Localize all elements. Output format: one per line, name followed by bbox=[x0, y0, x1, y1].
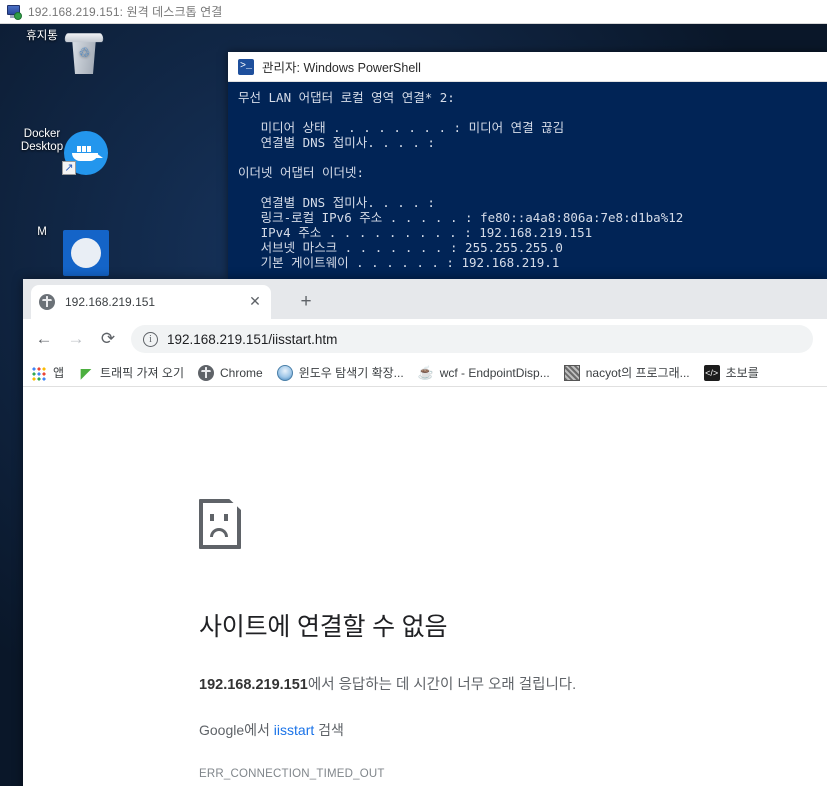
rdp-title-bar: 192.168.219.151: 원격 데스크톱 연결 bbox=[0, 0, 827, 24]
console-line: 연결별 DNS 접미사. . . . : bbox=[238, 135, 435, 150]
bookmark-chrome[interactable]: Chrome bbox=[198, 364, 263, 381]
photo-icon bbox=[563, 364, 580, 381]
info-icon[interactable]: i bbox=[143, 331, 158, 347]
browser-toolbar[interactable]: ← → ⟳ i 192.168.219.151/iisstart.htm bbox=[23, 319, 827, 359]
powershell-window[interactable]: >_ 관리자: Windows PowerShell 무선 LAN 어댑터 로컬… bbox=[228, 52, 827, 279]
rdp-title-text: 192.168.219.151: 원격 데스크톱 연결 bbox=[28, 5, 223, 19]
console-line: 이더넷 어댑터 이더넷: bbox=[238, 165, 365, 180]
bookmark-traffic[interactable]: ◤ 트래픽 가져 오기 bbox=[78, 364, 184, 381]
code-icon: </> bbox=[703, 364, 720, 381]
address-bar-url: 192.168.219.151/iisstart.htm bbox=[167, 331, 338, 347]
bookmark-label: 앱 bbox=[53, 366, 65, 380]
console-line: 연결별 DNS 접미사. . . . : bbox=[238, 195, 435, 210]
bookmark-label: Chrome bbox=[220, 365, 263, 380]
desktop-icon-blue-app[interactable]: M bbox=[0, 226, 109, 276]
search-prefix: Google에서 bbox=[199, 722, 274, 738]
bookmark-apps[interactable]: 앱 bbox=[31, 364, 64, 381]
feed-icon: ◤ bbox=[80, 364, 92, 381]
powershell-title-text: 관리자: Windows PowerShell bbox=[262, 61, 421, 75]
powershell-icon: >_ bbox=[238, 58, 254, 75]
globe-icon bbox=[198, 364, 214, 381]
back-button[interactable]: ← bbox=[29, 324, 59, 354]
chrome-browser-window[interactable]: 192.168.219.151 ✕ + ← → ⟳ i 192.168.219.… bbox=[23, 279, 827, 786]
bookmark-label: wcf - EndpointDisp... bbox=[439, 365, 550, 380]
remote-desktop-icon bbox=[6, 4, 22, 20]
console-line: IPv4 주소 . . . . . . . . . : 192.168.219.… bbox=[238, 225, 593, 240]
browser-tab-title: 192.168.219.151 bbox=[65, 295, 156, 309]
bookmark-wcf-endpointdisp[interactable]: ☕ wcf - EndpointDisp... bbox=[418, 365, 550, 381]
bookmark-label: 트래픽 가져 오기 bbox=[100, 366, 184, 380]
globe-icon bbox=[39, 294, 55, 310]
bookmark-explorer-extension[interactable]: 윈도우 탐색기 확장... bbox=[276, 364, 404, 381]
error-page: 사이트에 연결할 수 없음 192.168.219.151에서 응답하는 데 시… bbox=[23, 387, 827, 786]
java-icon: ☕ bbox=[417, 364, 434, 380]
explorer-globe-icon bbox=[276, 364, 293, 381]
console-line: 기본 게이트웨이 . . . . . . : 192.168.219.1 bbox=[238, 255, 560, 270]
apps-grid-icon bbox=[31, 364, 47, 381]
powershell-console-output[interactable]: 무선 LAN 어댑터 로컬 영역 연결* 2: 미디어 상태 . . . . .… bbox=[228, 82, 827, 270]
close-icon[interactable]: ✕ bbox=[247, 294, 263, 310]
browser-tab[interactable]: 192.168.219.151 ✕ bbox=[31, 285, 271, 319]
shortcut-arrow-icon: ↗ bbox=[62, 161, 76, 175]
sad-page-icon bbox=[199, 499, 241, 549]
page-title: 사이트에 연결할 수 없음 bbox=[199, 613, 448, 641]
bookmarks-bar[interactable]: 앱 ◤ 트래픽 가져 오기 Chrome 윈도우 탐색기 확장... ☕ wcf… bbox=[23, 359, 827, 387]
bookmark-label: 초보를 bbox=[725, 366, 759, 380]
error-message: 192.168.219.151에서 응답하는 데 시간이 너무 오래 걸립니다. bbox=[199, 673, 827, 694]
desktop-icon-docker-desktop[interactable]: ↗ Docker Desktop bbox=[0, 128, 108, 175]
address-bar[interactable]: i 192.168.219.151/iisstart.htm bbox=[131, 325, 813, 353]
search-term-link[interactable]: iisstart bbox=[274, 722, 314, 738]
bookmark-nacyot-blog[interactable]: nacyot의 프로그래... bbox=[563, 364, 690, 381]
powershell-title-bar[interactable]: >_ 관리자: Windows PowerShell bbox=[228, 52, 827, 82]
desktop-icon-recycle-bin[interactable]: ♲ 휴지통 bbox=[0, 30, 104, 74]
bookmark-label: 윈도우 탐색기 확장... bbox=[298, 366, 404, 380]
google-search-suggestion: Google에서 iisstart 검색 bbox=[199, 720, 827, 740]
remote-desktop-canvas[interactable]: ♲ 휴지통 ↗ Docker Desktop M >_ 관리자: Windows… bbox=[0, 24, 827, 786]
error-message-rest: 에서 응답하는 데 시간이 너무 오래 걸립니다. bbox=[307, 677, 577, 693]
console-line: 미디어 상태 . . . . . . . . : 미디어 연결 끊김 bbox=[238, 120, 565, 135]
browser-tab-strip[interactable]: 192.168.219.151 ✕ + bbox=[23, 279, 827, 319]
forward-button[interactable]: → bbox=[61, 324, 91, 354]
console-line: 서브넷 마스크 . . . . . . . : 255.255.255.0 bbox=[238, 240, 563, 255]
new-tab-button[interactable]: + bbox=[295, 292, 317, 314]
reload-button[interactable]: ⟳ bbox=[93, 324, 123, 354]
error-host: 192.168.219.151 bbox=[199, 677, 308, 693]
console-line: 무선 LAN 어댑터 로컬 영역 연결* 2: bbox=[238, 90, 455, 105]
bookmark-beginner[interactable]: </> 초보를 bbox=[703, 364, 759, 381]
console-line: 링크-로컬 IPv6 주소 . . . . . : fe80::a4a8:806… bbox=[238, 210, 684, 225]
search-suffix: 검색 bbox=[314, 722, 344, 738]
bookmark-label: nacyot의 프로그래... bbox=[585, 366, 690, 380]
error-code: ERR_CONNECTION_TIMED_OUT bbox=[199, 768, 385, 780]
